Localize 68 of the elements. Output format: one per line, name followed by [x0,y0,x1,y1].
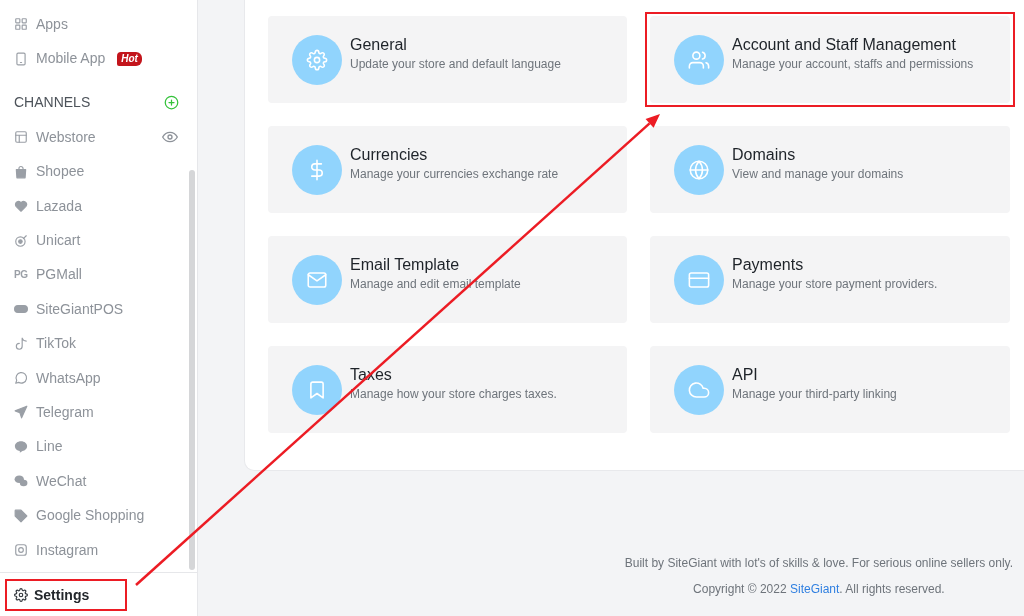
sidebar-item[interactable]: WhatsApp [0,360,178,396]
sidebar-item[interactable]: Lazada [0,188,178,224]
grid-icon [14,17,28,32]
phone-icon [14,51,28,66]
settings-card[interactable]: API Manage your third-party linking [650,346,1010,433]
layout-icon [14,130,28,145]
sidebar-item[interactable]: Unicart [0,223,178,258]
card-description: View and manage your domains [732,166,904,183]
sidebar-item[interactable]: TikTok [0,326,178,361]
camera-icon [14,543,28,558]
card-title: Email Template [350,255,461,275]
speech-bubble-icon [14,439,28,454]
paper-plane-icon [14,405,28,420]
sidebar-item[interactable]: WeChat [0,464,178,499]
sidebar-item[interactable]: Line [0,429,178,465]
chat-bubble-icon [14,371,28,386]
sidebar-item[interactable]: Webstore [0,120,162,155]
card-title: Payments [732,255,805,275]
card-title: Account and Staff Management [732,35,957,55]
users-icon [674,35,724,85]
settings-card[interactable]: Domains View and manage your domains [650,126,1010,213]
heart-icon [14,199,28,214]
card-description: Manage and edit email template [350,276,521,293]
settings-card[interactable]: General Update your store and default language [268,16,627,103]
settings-card[interactable]: Account and Staff Management Manage your account, staffs and permissions [650,16,1010,103]
logo-text: PG [14,269,28,280]
plus-circle-icon [164,95,179,111]
add-channel-button[interactable] [164,95,179,111]
card-description: Manage your third-party linking [732,386,897,403]
card-description: Manage your account, staffs and permissions [732,56,974,73]
chat-bubbles-icon [14,474,28,489]
gear-icon [292,35,342,85]
music-note-icon [14,336,28,351]
sidebar-item[interactable]: Mobile App Hot [0,41,197,76]
card-description: Manage your store payment providers. [732,276,938,293]
card-title: API [732,365,759,385]
settings-card[interactable]: Currencies Manage your currencies exchange rate [268,126,627,213]
sidebar-item[interactable]: Telegram [0,395,178,430]
settings-link[interactable]: Settings [7,581,125,609]
card-title: Domains [732,145,797,165]
sidebar-item[interactable]: Google Shopping [0,498,178,533]
bookmark-icon [292,365,342,415]
footer-text: Built by SiteGiant with lot's of skills & love. For serious online sellers only. [624,555,1013,572]
card-description: Manage your currencies exchange rate [350,166,559,183]
sidebar-item[interactable]: Shopee [0,154,178,189]
card-description: Manage how your store charges taxes. [350,386,557,403]
mail-icon [292,255,342,305]
cloud-icon [674,365,724,415]
scrollbar-thumb[interactable] [189,170,195,570]
settings-card[interactable]: Email Template Manage and edit email template [268,236,627,323]
globe-icon [674,145,724,195]
settings-icon [14,588,28,602]
copyright-text: Copyright © 2022 SiteGiant. All rights reserved. [692,581,946,598]
dollar-icon [292,145,342,195]
status-badge: Hot [117,51,142,66]
section-heading: CHANNELS [14,93,91,113]
card-title: General [350,35,408,55]
sidebar-item[interactable]: Apps [0,7,197,42]
sidebar-item[interactable]: SiteGiantPOS [0,292,178,327]
target-icon [14,233,28,248]
card-title: Currencies [350,145,429,165]
settings-card[interactable]: Payments Manage your store payment providers. [650,236,1010,323]
tag-icon [14,508,28,523]
credit-card-icon [674,255,724,305]
sidebar-item[interactable]: Instagram [0,532,178,568]
shopping-bag-icon [14,164,28,179]
sidebar-item[interactable]: PG PGMall [0,257,178,293]
card-description: Update your store and default language [350,56,561,73]
